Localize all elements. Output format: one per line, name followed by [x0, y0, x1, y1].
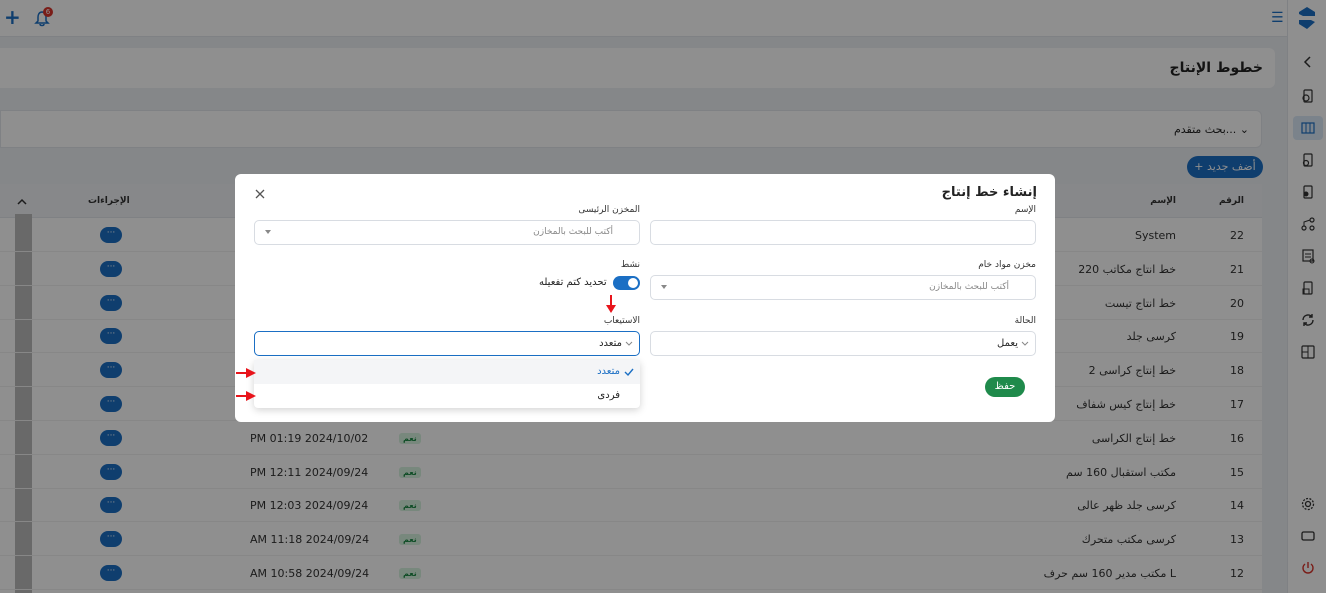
raw-store-placeholder: أكتب للبحث بالمخازن — [929, 282, 1009, 292]
active-toggle[interactable] — [613, 276, 640, 290]
modal-title: إنشاء خط إنتاج — [941, 185, 1037, 200]
capacity-value: متعدد — [599, 338, 622, 349]
chevron-down-icon — [625, 341, 633, 346]
caret-down-icon — [661, 285, 667, 289]
create-production-line-dialog: إنشاء خط إنتاج الإسم مخزن مواد خام أكتب … — [235, 174, 1055, 422]
dropdown-option-label: فردى — [597, 390, 620, 401]
form-footer: حفظ — [650, 365, 1036, 405]
toggle-knob — [628, 278, 638, 288]
capacity-dropdown-menu: متعدد فردى — [254, 360, 640, 408]
annotation-arrow-right — [236, 391, 256, 401]
name-label: الإسم — [1014, 205, 1036, 215]
caret-down-icon — [265, 230, 271, 234]
annotation-arrow-down — [606, 295, 616, 313]
close-icon[interactable] — [255, 189, 265, 199]
toggle-description: تحديد كتم تفعيله — [539, 277, 607, 288]
chevron-down-icon — [1021, 341, 1029, 346]
status-label: الحالة — [1014, 316, 1036, 326]
dropdown-option-label: متعدد — [597, 366, 620, 377]
main-store-select[interactable]: أكتب للبحث بالمخازن — [254, 220, 640, 245]
dropdown-option-multiple[interactable]: متعدد — [254, 360, 640, 384]
capacity-select[interactable]: متعدد — [254, 331, 640, 356]
active-label: نشط — [620, 260, 640, 270]
save-button[interactable]: حفظ — [985, 377, 1025, 397]
raw-store-select[interactable]: أكتب للبحث بالمخازن — [650, 275, 1036, 300]
main-store-placeholder: أكتب للبحث بالمخازن — [533, 227, 613, 237]
status-select[interactable]: يعمل — [650, 331, 1036, 356]
capacity-label: الاستيعاب — [603, 316, 640, 326]
raw-store-label: مخزن مواد خام — [978, 260, 1036, 270]
name-field[interactable] — [650, 220, 1036, 245]
check-icon — [624, 368, 634, 377]
annotation-arrow-right — [236, 368, 256, 378]
status-value: يعمل — [997, 338, 1018, 349]
main-store-label: المخزن الرئيسى — [578, 205, 640, 215]
dropdown-option-single[interactable]: فردى — [254, 384, 640, 408]
